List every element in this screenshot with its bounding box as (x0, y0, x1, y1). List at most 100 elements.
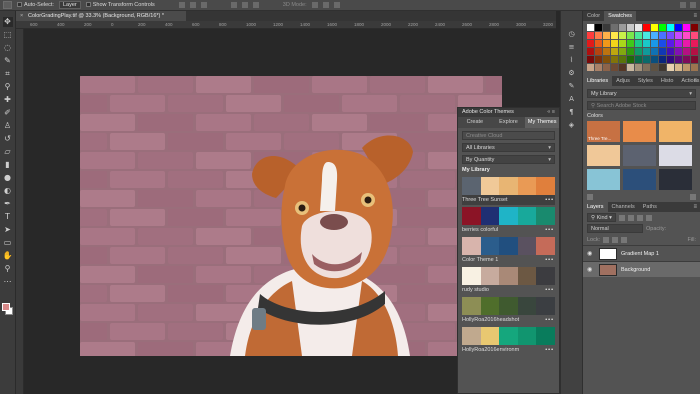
color-swatch[interactable] (691, 40, 698, 47)
tab-styles[interactable]: Styles (634, 76, 657, 86)
horizontal-ruler[interactable]: 600 400 200 0 200 400 600 800 1000 1200 1400 1600 18… (16, 21, 556, 29)
type-tool-icon[interactable]: T (3, 212, 13, 222)
panel-collapse-icon[interactable]: « ≡ (547, 108, 555, 117)
show-transform-checkbox[interactable]: Show Transform Controls (85, 2, 155, 8)
tab-adjus[interactable]: Adjus (612, 76, 634, 86)
zoom-tool-icon[interactable]: ⚲ (3, 264, 13, 274)
color-swatch[interactable] (643, 32, 650, 39)
library-select[interactable]: My Library ▾ (587, 89, 696, 98)
color-swatch[interactable] (587, 48, 594, 55)
color-swatch[interactable] (643, 48, 650, 55)
theme-color-strip[interactable] (462, 177, 555, 195)
color-swatch[interactable] (595, 64, 602, 71)
color-swatch[interactable] (603, 40, 610, 47)
color-swatch[interactable] (683, 32, 690, 39)
color-swatch[interactable] (675, 48, 682, 55)
vertical-ruler[interactable] (16, 29, 24, 394)
color-swatch[interactable] (675, 32, 682, 39)
color-swatch[interactable] (659, 24, 666, 31)
blur-tool-icon[interactable]: ● (3, 173, 13, 183)
color-swatch[interactable] (675, 24, 682, 31)
color-swatch[interactable] (651, 48, 658, 55)
color-swatch[interactable] (691, 56, 698, 63)
stock-search-input[interactable]: ⚲ Search Adobe Stock (587, 101, 696, 110)
color-swatch[interactable] (603, 32, 610, 39)
library-color-swatch[interactable] (587, 145, 620, 166)
theme-item[interactable]: rudy studio ••• (462, 267, 555, 295)
align-bottom-icon[interactable] (200, 2, 207, 8)
color-swatch[interactable] (635, 56, 642, 63)
color-swatch[interactable] (643, 24, 650, 31)
paths-panel-icon[interactable]: ⌇ (567, 55, 577, 65)
theme-color-strip[interactable] (462, 297, 555, 315)
color-swatch[interactable] (651, 24, 658, 31)
color-swatch[interactable] (667, 24, 674, 31)
filter-pixel-icon[interactable] (618, 214, 625, 221)
eyedropper-tool-icon[interactable]: ⚲ (3, 82, 13, 92)
color-swatch[interactable] (667, 48, 674, 55)
color-swatch[interactable] (667, 56, 674, 63)
color-swatch[interactable] (667, 32, 674, 39)
tab-channels[interactable]: Channels (608, 202, 639, 212)
distribute-middle-icon[interactable] (241, 2, 248, 8)
theme-color-strip[interactable] (462, 207, 555, 225)
more-options-icon[interactable]: ••• (545, 345, 554, 355)
3d-pan-icon[interactable] (333, 2, 340, 8)
paragraph-panel-icon[interactable]: ¶ (567, 107, 577, 117)
brush-tool-icon[interactable]: ✐ (3, 108, 13, 118)
auto-select-target-dropdown[interactable]: Layer (58, 1, 81, 9)
hand-tool-icon[interactable]: ✋ (3, 251, 13, 261)
rectangle-tool-icon[interactable]: ▭ (3, 238, 13, 248)
tab-explore[interactable]: Explore (492, 117, 526, 128)
library-color-swatch[interactable] (659, 145, 692, 166)
tab-swatches[interactable]: Swatches (604, 11, 637, 21)
dodge-tool-icon[interactable]: ◐ (3, 186, 13, 196)
adjustments-panel-icon[interactable]: ≡ (567, 42, 577, 52)
crop-tool-icon[interactable]: ⌗ (3, 69, 13, 79)
theme-item[interactable]: HollyRoa2016headshot ••• (462, 297, 555, 325)
more-options-icon[interactable]: ••• (545, 225, 554, 235)
quick-select-tool-icon[interactable]: ✎ (3, 56, 13, 66)
color-swatch[interactable] (619, 24, 626, 31)
3d-roll-icon[interactable] (322, 2, 329, 8)
color-swatch[interactable] (651, 32, 658, 39)
visibility-eye-icon[interactable]: ◉ (587, 266, 595, 273)
color-swatch[interactable] (643, 56, 650, 63)
color-swatch[interactable] (651, 56, 658, 63)
color-swatch[interactable] (643, 40, 650, 47)
color-swatch[interactable] (643, 64, 650, 71)
color-swatch[interactable] (611, 64, 618, 71)
sort-dropdown[interactable]: By Quantity ▾ (462, 155, 555, 164)
pen-tool-icon[interactable]: ✒ (3, 199, 13, 209)
color-swatch[interactable] (683, 40, 690, 47)
color-swatch[interactable] (675, 40, 682, 47)
tab-libraries[interactable]: Libraries (583, 76, 613, 86)
color-swatch[interactable] (603, 24, 610, 31)
delete-icon[interactable] (690, 193, 696, 200)
eraser-tool-icon[interactable]: ▱ (3, 147, 13, 157)
edit-toolbar-icon[interactable]: ⋯ (3, 277, 13, 287)
theme-item[interactable]: berries colorful ••• (462, 207, 555, 235)
document-tab[interactable]: × ColorGradingPlay.tif @ 33.3% (Backgroun… (16, 11, 186, 21)
history-brush-tool-icon[interactable]: ↺ (3, 134, 13, 144)
color-swatch[interactable] (595, 32, 602, 39)
color-swatch[interactable] (587, 56, 594, 63)
library-dropdown[interactable]: All Libraries ▾ (462, 143, 555, 152)
panel-menu-icon[interactable]: ≡ (693, 76, 697, 86)
color-swatch[interactable] (619, 32, 626, 39)
color-swatch[interactable] (619, 48, 626, 55)
color-swatch[interactable] (667, 64, 674, 71)
color-swatch[interactable] (611, 40, 618, 47)
color-swatch[interactable] (683, 64, 690, 71)
tab-paths[interactable]: Paths (639, 202, 661, 212)
color-swatch[interactable] (635, 40, 642, 47)
color-swatch[interactable] (611, 32, 618, 39)
library-color-swatch[interactable] (623, 169, 656, 190)
properties-panel-icon[interactable]: ⚙ (567, 68, 577, 78)
tab-layers[interactable]: Layers (583, 202, 608, 212)
color-swatch[interactable] (619, 56, 626, 63)
color-swatch[interactable] (683, 24, 690, 31)
clone-stamp-tool-icon[interactable]: ♙ (3, 121, 13, 131)
filter-adjustment-icon[interactable] (627, 214, 634, 221)
filter-shape-icon[interactable] (645, 214, 652, 221)
